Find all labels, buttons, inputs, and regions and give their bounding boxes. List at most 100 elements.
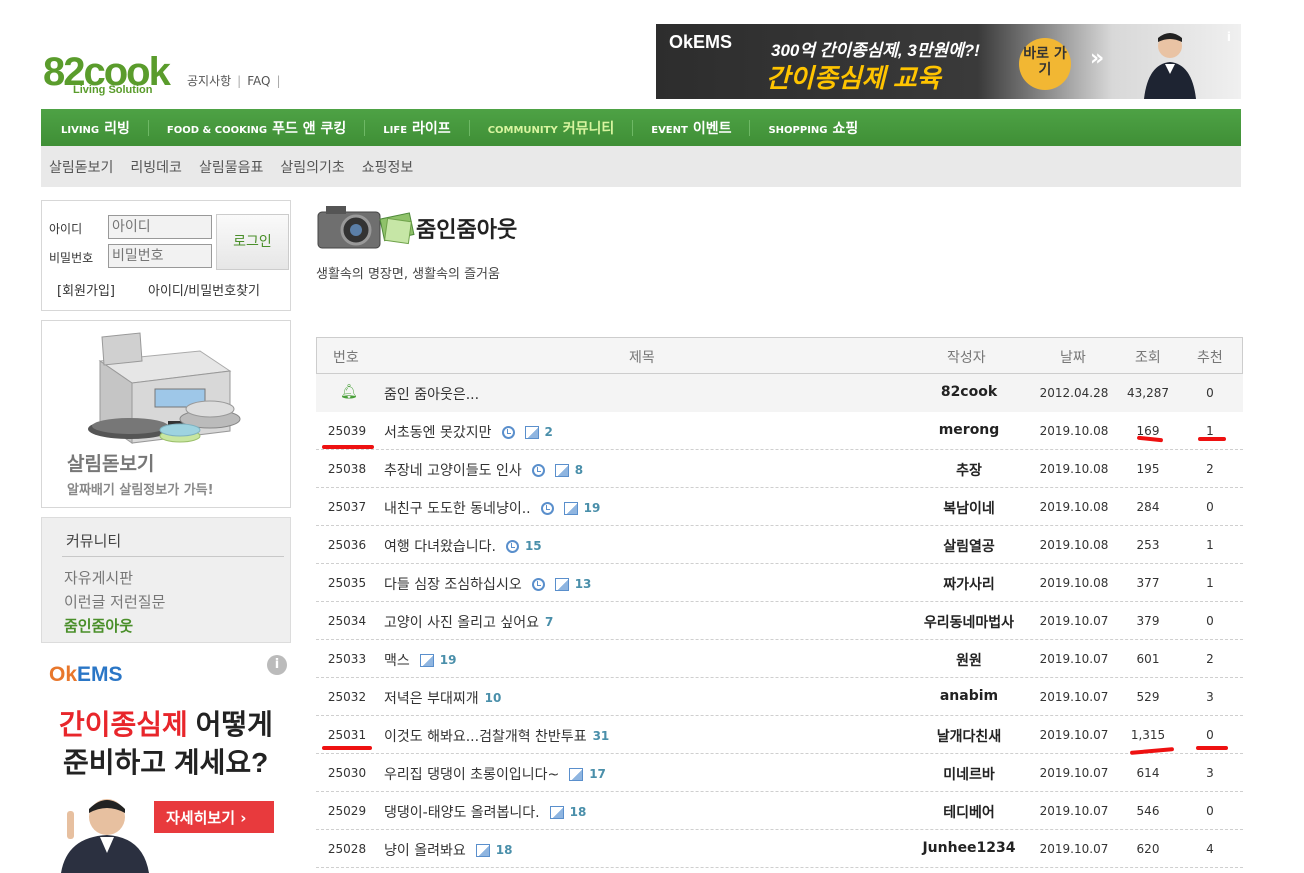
table-row[interactable]: 25029 댕댕이-태양도 올려봅니다. 18 테디베어 2019.10.07 546 0 [316,792,1243,830]
post-title[interactable]: 다들 심장 조심하십시오 [384,574,522,594]
post-title[interactable]: 고양이 사진 올리고 싶어요 [384,612,539,632]
view-count: 284 [1136,500,1160,514]
notice-link[interactable]: 공지사항 [187,74,231,88]
post-title[interactable]: 댕댕이-태양도 올려봅니다. [384,802,540,822]
post-title[interactable]: 서초동엔 못갔지만 [384,422,492,442]
comment-count: 18 [495,843,513,857]
clock-icon [531,463,545,477]
author[interactable]: 복남이네 [876,498,1062,518]
faq-link[interactable]: FAQ [247,74,270,88]
table-row[interactable]: 25030 우리집 댕댕이 초롱이입니다~ 17 미네르바 2019.10.07 614 3 [316,754,1243,792]
view-count: 253 [1136,538,1160,552]
ad-title: 간이종심제 교육 [766,63,941,93]
table-row[interactable]: 25031 이것도 해봐요...검찰개혁 찬반투표 31 날개다친새 2019.10.0… [316,716,1243,754]
table-row[interactable]: 25035 다들 심장 조심하십시오 13 짜가사리 2019.10.08 377 1 [316,564,1243,602]
ad-go-button[interactable]: 바로 가기 [1019,38,1071,90]
author[interactable]: 원원 [876,650,1062,670]
post-title[interactable]: 저녁은 부대찌개 [384,688,479,708]
author[interactable]: 테디베어 [876,802,1062,822]
author[interactable]: merong [876,422,1062,438]
author[interactable]: 짜가사리 [876,574,1062,594]
post-title[interactable]: 우리집 댕댕이 초롱이입니다~ [384,764,559,784]
post-title[interactable]: 여행 다녀왔습니다. [384,536,496,556]
subnav-item[interactable]: 쇼핑정보 [362,157,414,177]
comment-count: 13 [574,577,592,591]
author[interactable]: 미네르바 [876,764,1062,784]
site-logo[interactable]: 82cook Living Solution [43,52,171,98]
post-title[interactable]: 냥이 올려봐요 [384,840,466,860]
ad-info-icon[interactable]: i [1227,30,1231,44]
info-icon[interactable]: i [267,655,287,675]
post-title[interactable]: 이것도 해봐요...검찰개혁 찬반투표 [384,726,587,746]
login-button[interactable]: 로그인 [216,214,289,270]
table-row[interactable]: 25036 여행 다녀왔습니다. 15 살림열공 2019.10.08 253 1 [316,526,1243,564]
subnav-item[interactable]: 살림의기초 [280,157,344,177]
author[interactable]: 날개다친새 [876,726,1062,746]
post-title-cell: 저녁은 부대찌개 10 [384,688,501,708]
recommend-count: 0 [1206,614,1214,628]
post-number: 25029 [327,804,367,818]
post-title[interactable]: 추장네 고양이들도 인사 [384,460,522,480]
date: 2019.10.07 [1039,614,1109,628]
post-number: 25036 [327,538,367,552]
recommend-count: 4 [1206,842,1214,856]
top-ad-banner[interactable]: OkEMS 300억 간이종심제, 3만원에?! 간이종심제 교육 바로 가기 … [656,24,1241,99]
column-header-recommend: 추천 [1197,350,1223,366]
id-input[interactable] [108,215,212,239]
signup-link[interactable]: [회원가입] [57,280,115,299]
post-number: 25037 [327,500,367,514]
author[interactable]: 82cook [876,384,1062,400]
recommend-count: 3 [1206,766,1214,780]
annotation-underline [1196,746,1228,750]
comment-count: 7 [545,615,554,629]
password-label: 비밀번호 [49,251,94,265]
promo-box[interactable]: 살림돋보기 알짜배기 살림정보가 가득! [41,320,291,508]
table-row[interactable]: 25032 저녁은 부대찌개 10 anabim 2019.10.07 529 3 [316,678,1243,716]
date: 2019.10.08 [1039,500,1109,514]
comment-count: 15 [524,539,542,553]
community-item-zoom-in-out[interactable]: 줌인줌아웃 [64,615,133,636]
view-count: 379 [1136,614,1160,628]
community-item-free-board[interactable]: 자유게시판 [64,567,133,588]
nav-life[interactable]: LIFE 라이프 [383,118,450,138]
table-row[interactable]: 25028 냥이 올려봐요 18 Junhee1234 2019.10.07 620 4 [316,830,1243,868]
subnav-item[interactable]: 살림물음표 [199,157,263,177]
view-count: 620 [1136,842,1160,856]
ad-detail-button[interactable]: 자세히보기 › [154,801,274,833]
recommend-count: 0 [1206,728,1214,742]
notice-row[interactable]: 🔔︎ 줌인 줌아웃은... 82cook 2012.04.28 43,287 0 [316,374,1243,412]
nav-shopping[interactable]: SHOPPING 쇼핑 [768,118,858,138]
nav-food-cooking[interactable]: FOOD & COOKING 푸드 앤 쿠킹 [167,118,346,138]
view-count: 1,315 [1130,728,1166,742]
side-ad-banner[interactable]: OkEMS i 간이종심제 어떻게 준비하고 계세요? 자세히보기 › [41,653,291,873]
post-number: 25028 [327,842,367,856]
table-row[interactable]: 25034 고양이 사진 올리고 싶어요 7 우리동네마법사 2019.10.07 379… [316,602,1243,640]
subnav-item[interactable]: 리빙데코 [130,157,182,177]
table-row[interactable]: 25039 서초동엔 못갔지만 2 merong 2019.10.08 169 1 [316,412,1243,450]
author[interactable]: 살림열공 [876,536,1062,556]
author[interactable]: 추장 [876,460,1062,480]
author[interactable]: Junhee1234 [876,840,1062,856]
password-input[interactable] [108,244,212,268]
table-row[interactable]: 25033 맥스 19 원원 2019.10.07 601 2 [316,640,1243,678]
subnav-item[interactable]: 살림돋보기 [49,157,113,177]
table-header: 번호 제목 작성자 날짜 조회 추천 [316,337,1243,374]
post-title[interactable]: 맥스 [384,650,410,670]
post-title[interactable]: 내친구 도도한 동네냥이.. [384,498,531,518]
author[interactable]: 우리동네마법사 [876,612,1062,632]
global-nav: LIVING 리빙 FOOD & COOKING 푸드 앤 쿠킹 LIFE 라이프 C… [41,109,1241,146]
find-account-link[interactable]: 아이디/비밀번호찾기 [148,280,260,299]
nav-community[interactable]: COMMUNITY 커뮤니티 [488,118,615,138]
nav-living[interactable]: LIVING 리빙 [61,118,130,138]
view-count: 601 [1136,652,1160,666]
nav-divider [147,119,149,136]
top-links: 공지사항 | FAQ | [187,74,281,88]
author[interactable]: anabim [876,688,1062,704]
date: 2019.10.08 [1039,424,1109,438]
table-row[interactable]: 25037 내친구 도도한 동네냥이.. 19 복남이네 2019.10.08 284 0 [316,488,1243,526]
notice-title: 줌인 줌아웃은... [384,387,480,403]
nav-event[interactable]: EVENT 이벤트 [651,118,731,138]
community-item-questions[interactable]: 이런글 저런질문 [64,591,165,612]
ad-person-image [1144,33,1196,99]
table-row[interactable]: 25038 추장네 고양이들도 인사 8 추장 2019.10.08 195 2 [316,450,1243,488]
